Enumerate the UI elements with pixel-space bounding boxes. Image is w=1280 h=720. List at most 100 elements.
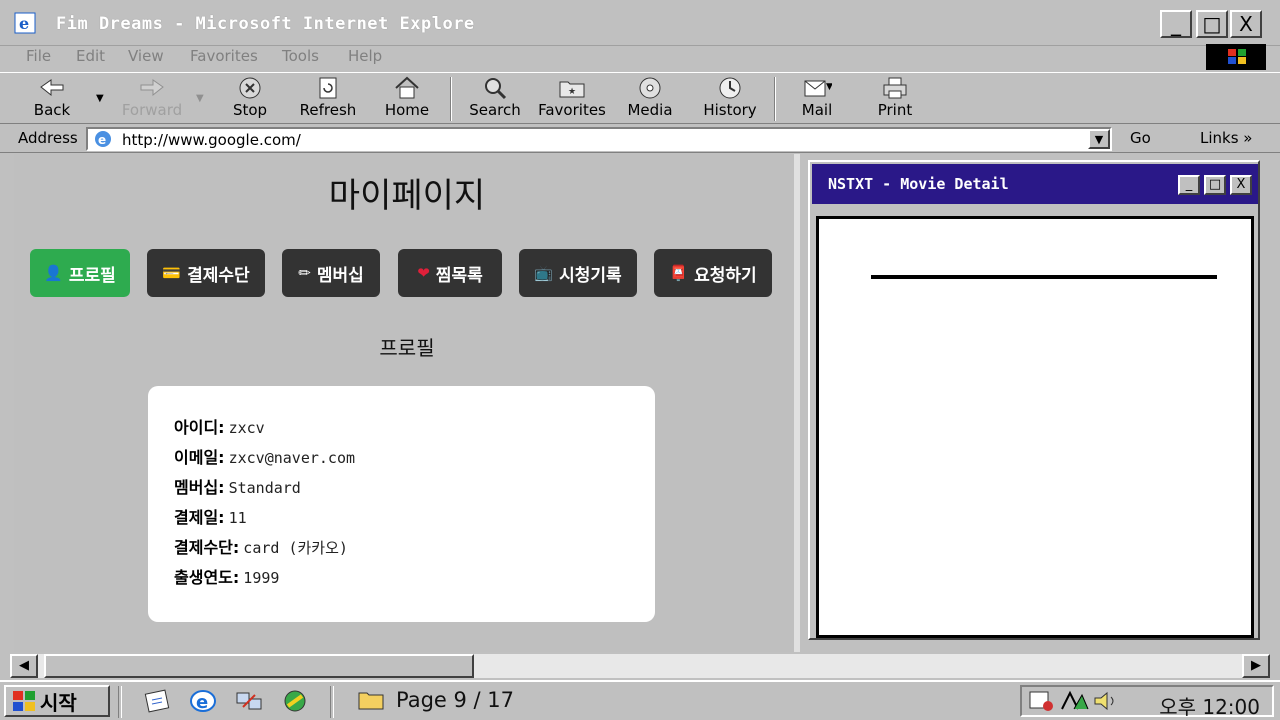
print-button[interactable]: Print xyxy=(874,75,916,119)
channels-icon[interactable] xyxy=(280,688,310,714)
window-title: Fim Dreams - Microsoft Internet Explore xyxy=(56,14,475,34)
tab-label: 시청기록 xyxy=(559,265,622,286)
address-url: http://www.google.com/ xyxy=(122,131,301,149)
taskbar-item[interactable]: Page 9 / 17 xyxy=(358,688,514,712)
horizontal-scrollbar[interactable]: ◀ ▶ xyxy=(10,654,1270,678)
search-button[interactable]: Search xyxy=(466,75,524,119)
tab-label: 멤버십 xyxy=(316,265,364,286)
menu-view[interactable]: View xyxy=(128,47,164,65)
mail-icon: ▼ xyxy=(804,80,832,97)
profile-row-id: 아이디: zxcv xyxy=(174,418,265,437)
windows-flag-icon xyxy=(1228,49,1246,64)
address-label: Address xyxy=(18,129,78,147)
forward-dropdown-icon[interactable]: ▼ xyxy=(196,93,204,104)
mailbox-icon: 📮 xyxy=(669,264,689,282)
row-key: 아이디 xyxy=(174,418,219,437)
clock: 오후 12:00 xyxy=(1159,695,1260,719)
history-label: History xyxy=(703,101,757,119)
links-button[interactable]: Links » xyxy=(1200,129,1252,147)
svg-text:e: e xyxy=(98,133,106,147)
detail-close-button[interactable]: X xyxy=(1230,175,1252,195)
maximize-button[interactable]: □ xyxy=(1196,10,1228,38)
tab-wishlist[interactable]: ❤ 찜목록 xyxy=(398,249,502,297)
ie-logo-icon: e xyxy=(14,12,36,34)
profile-row-email: 이메일: zxcv@naver.com xyxy=(174,448,356,467)
notepad-icon[interactable] xyxy=(142,688,172,714)
profile-row-membership: 멤버십: Standard xyxy=(174,478,301,497)
minimize-button[interactable]: _ xyxy=(1160,10,1192,38)
forward-button[interactable]: Forward xyxy=(120,75,184,119)
taskbar-separator xyxy=(118,686,122,718)
tab-label: 결제수단 xyxy=(187,265,250,286)
section-title: 프로필 xyxy=(379,336,435,360)
go-button[interactable]: Go xyxy=(1130,129,1151,147)
taskbar: 시작 e Page 9 / 17 오후 12:00 xyxy=(0,680,1280,720)
internet-explorer-icon[interactable]: e xyxy=(188,688,218,714)
tab-membership[interactable]: ✏ 멤버십 xyxy=(282,249,380,297)
address-input[interactable]: e http://www.google.com/ ▼ xyxy=(86,127,1112,151)
refresh-label: Refresh xyxy=(299,101,357,119)
windows-logo-icon xyxy=(13,691,35,711)
scroll-left-icon[interactable]: ◀ xyxy=(10,654,38,678)
close-button[interactable]: X xyxy=(1230,10,1262,38)
scroll-right-icon[interactable]: ▶ xyxy=(1242,654,1270,678)
stop-label: Stop xyxy=(232,101,268,119)
home-label: Home xyxy=(384,101,430,119)
network-icon[interactable] xyxy=(234,688,264,714)
detail-maximize-button[interactable]: □ xyxy=(1204,175,1226,195)
taskbar-separator xyxy=(330,686,334,718)
svg-text:e: e xyxy=(19,14,29,33)
media-button[interactable]: Media xyxy=(624,75,676,119)
scroll-thumb[interactable] xyxy=(44,654,474,678)
row-key: 결제수단 xyxy=(174,538,233,557)
media-icon xyxy=(639,77,661,99)
row-value: 11 xyxy=(228,509,247,527)
svg-text:★: ★ xyxy=(568,87,576,97)
favorites-button[interactable]: ★ Favorites xyxy=(536,75,608,119)
profile-card: 아이디: zxcv 이메일: zxcv@naver.com 멤버십: Standard… xyxy=(148,386,655,622)
start-button[interactable]: 시작 xyxy=(4,685,110,717)
tab-label: 요청하기 xyxy=(694,265,757,286)
row-value: Standard xyxy=(228,479,301,497)
stop-icon xyxy=(239,77,261,99)
ie-page-icon: e xyxy=(95,131,111,147)
tab-watch-history[interactable]: 📺 시청기록 xyxy=(519,249,637,297)
scheduler-icon[interactable] xyxy=(1028,689,1056,713)
forward-arrow-icon xyxy=(140,79,164,97)
volume-icon[interactable] xyxy=(1092,689,1122,713)
back-dropdown-icon[interactable]: ▼ xyxy=(96,93,104,104)
history-button[interactable]: History xyxy=(702,75,758,119)
menu-tools[interactable]: Tools xyxy=(282,47,319,65)
media-label: Media xyxy=(627,101,673,119)
system-tray: 오후 12:00 xyxy=(1020,685,1274,719)
forward-label: Forward xyxy=(121,101,183,119)
input-method-icon[interactable] xyxy=(1060,689,1090,713)
start-label: 시작 xyxy=(40,690,77,715)
detail-titlebar: NSTXT - Movie Detail _ □ X xyxy=(812,164,1258,204)
tab-profile[interactable]: 👤 프로필 xyxy=(30,249,130,297)
taskbar-item-label: Page 9 / 17 xyxy=(396,688,515,712)
address-dropdown-icon[interactable]: ▼ xyxy=(1088,129,1110,149)
row-value: zxcv@naver.com xyxy=(228,449,356,467)
favorites-label: Favorites xyxy=(538,101,606,119)
toolbar-separator xyxy=(450,77,452,121)
refresh-button[interactable]: Refresh xyxy=(296,75,360,119)
folder-icon xyxy=(358,692,384,710)
menu-favorites[interactable]: Favorites xyxy=(190,47,258,65)
detail-minimize-button[interactable]: _ xyxy=(1178,175,1200,195)
home-button[interactable]: Home xyxy=(382,75,432,119)
home-icon xyxy=(395,76,419,99)
profile-row-birth-year: 출생연도: 1999 xyxy=(174,568,280,587)
menu-edit[interactable]: Edit xyxy=(76,47,105,65)
menu-help[interactable]: Help xyxy=(348,47,382,65)
standard-toolbar: Back ▼ Forward ▼ Stop Refresh Home Searc… xyxy=(0,72,1280,124)
tab-request[interactable]: 📮 요청하기 xyxy=(654,249,772,297)
stop-button[interactable]: Stop xyxy=(228,75,272,119)
back-button[interactable]: Back xyxy=(30,75,74,119)
tab-payment[interactable]: 💳 결제수단 xyxy=(147,249,265,297)
mail-button[interactable]: ▼ Mail xyxy=(796,75,838,119)
menu-file[interactable]: File xyxy=(26,47,51,65)
profile-row-payment-method: 결제수단: card (카카오) xyxy=(174,538,348,557)
mail-label: Mail xyxy=(801,101,833,119)
menu-bar: File Edit View Favorites Tools Help xyxy=(0,44,1280,72)
